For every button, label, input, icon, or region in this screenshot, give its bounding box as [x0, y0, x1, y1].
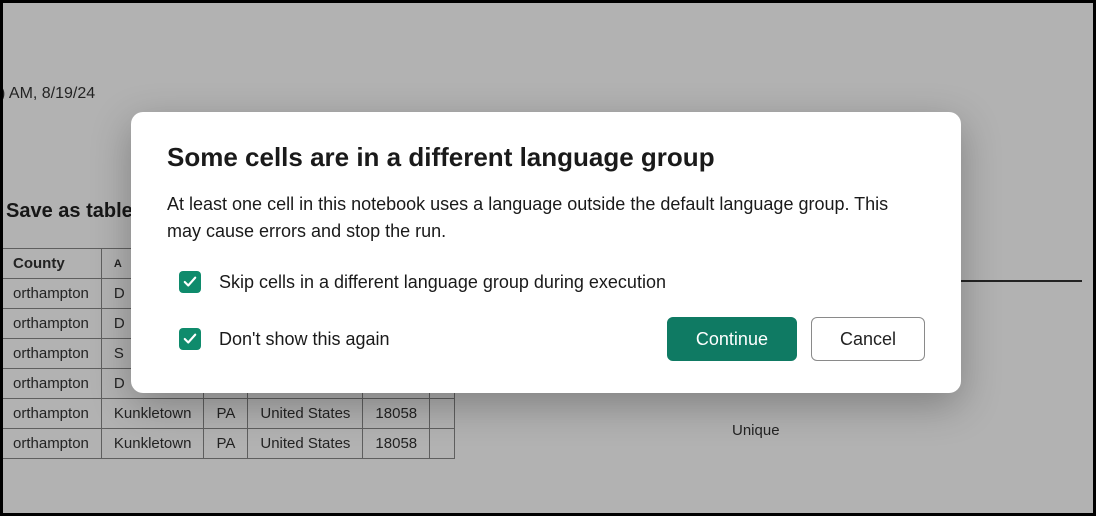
- continue-button[interactable]: Continue: [667, 317, 797, 361]
- last-run-timestamp: ) AM, 8/19/24: [0, 85, 95, 103]
- table-row: orthamptonKunkletownPAUnited States18058: [1, 399, 455, 429]
- table-row: orthamptonKunkletownPAUnited States18058: [1, 429, 455, 459]
- skip-cells-checkbox[interactable]: [179, 271, 201, 293]
- checkmark-icon: [183, 332, 197, 346]
- dialog-title: Some cells are in a different language g…: [167, 142, 925, 173]
- cancel-button[interactable]: Cancel: [811, 317, 925, 361]
- dont-show-row: Don't show this again: [179, 328, 653, 350]
- save-as-table-label: Save as table: [6, 200, 133, 223]
- table-header: County: [1, 249, 102, 279]
- dialog-body-text: At least one cell in this notebook uses …: [167, 191, 925, 245]
- checkmark-icon: [183, 275, 197, 289]
- language-group-dialog: Some cells are in a different language g…: [131, 112, 961, 393]
- dont-show-checkbox[interactable]: [179, 328, 201, 350]
- dont-show-label: Don't show this again: [219, 329, 390, 350]
- right-panel-label: Unique: [732, 422, 1082, 439]
- skip-cells-row: Skip cells in a different language group…: [179, 271, 925, 293]
- skip-cells-label: Skip cells in a different language group…: [219, 272, 666, 293]
